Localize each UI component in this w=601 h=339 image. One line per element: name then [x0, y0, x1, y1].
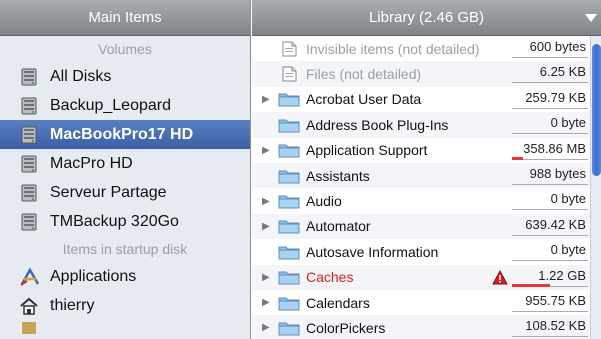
- sidebar-startup-label: Applications: [50, 267, 137, 285]
- sidebar-volume-item[interactable]: Backup_Leopard: [0, 91, 250, 120]
- row-size: 988 bytes: [512, 166, 588, 185]
- sidebar-volume-label: TMBackup 320Go: [50, 212, 179, 230]
- sidebar-volume-label: Backup_Leopard: [50, 96, 171, 114]
- row-size-text: 0 byte: [550, 191, 586, 207]
- library-row[interactable]: ▶ Calendars 955.75 KB: [252, 290, 590, 315]
- row-size-text: 0 byte: [550, 115, 586, 131]
- document-icon: [278, 66, 300, 82]
- library-row[interactable]: ▶ ColorPickers 108.52 KB: [252, 315, 590, 339]
- startup-items-list: Applications thierry: [0, 262, 250, 320]
- scroll-thumb[interactable]: [592, 44, 601, 176]
- disk-icon: [19, 67, 41, 87]
- library-row[interactable]: ▶ Application Support 358.86 MB: [252, 138, 590, 163]
- disclosure-triangle-icon[interactable]: ▶: [252, 94, 270, 105]
- row-size-text: 600 bytes: [529, 39, 586, 54]
- sidebar: Main Items Volumes All Disks Backup_Leopa…: [0, 0, 251, 339]
- disk-icon: [19, 96, 41, 116]
- row-size-text: 0 byte: [550, 242, 586, 258]
- folder-icon: [278, 269, 300, 285]
- sidebar-item-partial[interactable]: [0, 320, 250, 334]
- row-size-text: 6.25 KB: [539, 64, 586, 80]
- row-size-text: 108.52 KB: [525, 318, 586, 334]
- library-row[interactable]: Assistants 988 bytes: [252, 162, 590, 189]
- row-size-text: 639.42 KB: [525, 216, 586, 232]
- disclosure-triangle-icon[interactable]: ▶: [252, 272, 270, 283]
- folder-icon: [278, 244, 300, 260]
- folder-icon: [278, 218, 300, 234]
- sidebar-header-label: Main Items: [88, 9, 162, 26]
- library-row[interactable]: Address Book Plug-Ins 0 byte: [252, 112, 590, 138]
- section-volumes: Volumes: [98, 41, 152, 57]
- vertical-scrollbar[interactable]: [590, 36, 601, 339]
- row-size: 259.79 KB: [512, 90, 588, 109]
- library-row[interactable]: Invisible items (not detailed) 600 bytes: [252, 36, 590, 61]
- library-header[interactable]: Library (2.46 GB): [252, 0, 601, 36]
- size-usage-bar: [512, 156, 523, 160]
- sidebar-volume-label: All Disks: [50, 67, 112, 85]
- row-size: 358.86 MB: [512, 141, 588, 160]
- document-icon: [278, 41, 300, 57]
- disclosure-triangle-icon[interactable]: ▶: [252, 196, 270, 207]
- folder-icon: [278, 142, 300, 158]
- row-size: 639.42 KB: [512, 217, 588, 236]
- row-size-text: 988 bytes: [529, 165, 586, 181]
- sidebar-volume-item[interactable]: Serveur Partage: [0, 178, 250, 207]
- row-size-text: 955.75 KB: [525, 292, 586, 308]
- disk-icon: [19, 212, 41, 232]
- row-size: 0 byte: [512, 191, 588, 211]
- size-usage-bar: [512, 283, 550, 287]
- folder-icon: [278, 320, 300, 336]
- row-size: 955.75 KB: [512, 293, 588, 312]
- folder-icon: [278, 91, 300, 107]
- library-row[interactable]: Files (not detailed) 6.25 KB: [252, 61, 590, 87]
- row-size: 6.25 KB: [512, 64, 588, 84]
- sidebar-startup-label: thierry: [50, 296, 95, 314]
- disclosure-triangle-icon[interactable]: ▶: [252, 297, 270, 308]
- row-size: 600 bytes: [512, 39, 588, 58]
- volumes-list: All Disks Backup_Leopard MacBookPro17 HD Ma…: [0, 62, 250, 236]
- row-size-text: 259.79 KB: [525, 89, 586, 105]
- folder-icon: [19, 320, 41, 334]
- row-size-text: 1.22 GB: [538, 267, 586, 283]
- sidebar-volume-item[interactable]: MacBookPro17 HD: [0, 120, 250, 149]
- folder-icon: [278, 168, 300, 184]
- row-size: 108.52 KB: [512, 318, 588, 338]
- disk-icon: [19, 183, 41, 203]
- home-icon: [19, 296, 41, 316]
- sidebar-volume-item[interactable]: TMBackup 320Go: [0, 207, 250, 236]
- section-startup-items: Items in startup disk: [62, 241, 188, 257]
- folder-icon: [278, 117, 300, 133]
- row-size: 1.22 GB: [512, 268, 588, 287]
- sidebar-volume-item[interactable]: All Disks: [0, 62, 250, 91]
- row-size: 0 byte: [512, 115, 588, 135]
- row-size: 0 byte: [512, 242, 588, 262]
- sidebar-volume-label: MacPro HD: [50, 154, 133, 172]
- sidebar-volume-label: Serveur Partage: [50, 183, 167, 201]
- library-header-label: Library (2.46 GB): [368, 9, 485, 26]
- sidebar-volume-label: MacBookPro17 HD: [50, 125, 194, 143]
- folder-icon: [278, 295, 300, 311]
- row-size-text: 358.86 MB: [523, 140, 586, 156]
- library-row[interactable]: ▶ Acrobat User Data 259.79 KB: [252, 87, 590, 112]
- library-row[interactable]: ▶ Caches 1.22 GB: [252, 264, 590, 290]
- disk-icon: [19, 125, 41, 145]
- folder-icon: [278, 193, 300, 209]
- sidebar-volume-item[interactable]: MacPro HD: [0, 149, 250, 178]
- disclosure-triangle-icon[interactable]: ▶: [252, 322, 270, 333]
- disclosure-triangle-icon[interactable]: ▶: [252, 221, 270, 232]
- library-row[interactable]: ▶ Audio 0 byte: [252, 188, 590, 213]
- sidebar-startup-item[interactable]: Applications: [0, 262, 250, 291]
- library-row[interactable]: Autosave Information 0 byte: [252, 239, 590, 264]
- library-pane: Library (2.46 GB) Invisible items (not d…: [252, 0, 601, 339]
- sidebar-startup-item[interactable]: thierry: [0, 291, 250, 320]
- sidebar-header[interactable]: Main Items: [0, 0, 250, 36]
- disclosure-triangle-icon[interactable]: ▶: [252, 145, 270, 156]
- library-items: Invisible items (not detailed) 600 bytes F…: [252, 36, 590, 339]
- library-row[interactable]: ▶ Automator 639.42 KB: [252, 213, 590, 240]
- warning-icon: [492, 269, 508, 285]
- disk-icon: [19, 154, 41, 174]
- applications-icon: [19, 266, 41, 287]
- sort-arrow-icon[interactable]: [585, 14, 597, 22]
